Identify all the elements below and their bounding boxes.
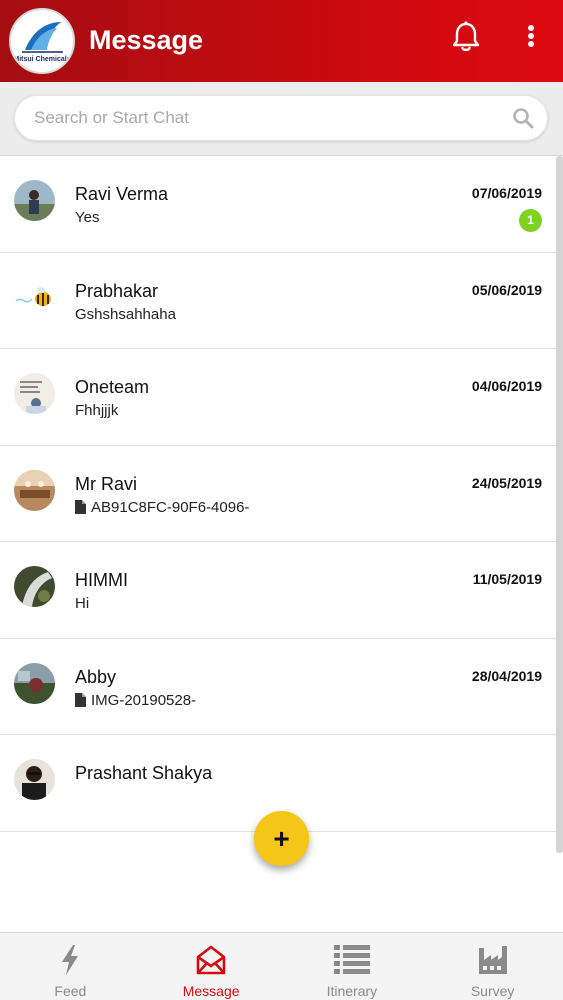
app-header: Mitsui Chemicals Message <box>0 0 563 82</box>
chat-row[interactable]: HIMMI Hi 11/05/2019 <box>0 542 556 639</box>
file-icon <box>75 500 86 514</box>
avatar <box>14 566 55 607</box>
list-icon <box>333 945 370 974</box>
contact-name: Ravi Verma <box>75 184 169 204</box>
notification-bell-icon[interactable] <box>450 20 482 54</box>
avatar <box>14 276 55 318</box>
tab-label: Survey <box>470 983 515 999</box>
more-options-icon[interactable] <box>520 20 542 54</box>
chat-list: Ravi Verma Yes 07/06/2019 1 Prabhakar Gs… <box>0 156 556 832</box>
contact-name: HIMMI <box>75 570 128 590</box>
message-date: 07/06/2019 <box>471 185 542 201</box>
file-icon <box>75 693 86 707</box>
page-title: Message <box>89 25 204 55</box>
chat-row[interactable]: Mr Ravi AB91C8FC-90F6-4096- 24/05/2019 <box>0 445 556 542</box>
bolt-icon <box>62 945 79 975</box>
contact-name: Prabhakar <box>75 280 159 301</box>
message-date: 04/06/2019 <box>471 378 542 394</box>
envelope-icon <box>196 945 226 975</box>
preview-text: Fhhjjjk <box>75 402 119 419</box>
avatar <box>14 759 55 800</box>
message-preview: IMG-20190528- <box>75 692 196 709</box>
tab-itinerary[interactable]: Itinerary <box>282 933 423 1000</box>
preview-text: Hi <box>75 595 90 612</box>
message-date: 11/05/2019 <box>472 571 542 587</box>
preview-text: IMG-20190528- <box>91 691 197 709</box>
chat-row[interactable]: Abby IMG-20190528- 28/04/2019 <box>0 638 556 735</box>
contact-name: Oneteam <box>75 377 150 397</box>
preview-text: Gshshsahhaha <box>75 305 176 323</box>
avatar <box>14 180 55 221</box>
message-date: 05/06/2019 <box>471 281 542 298</box>
contact-name: Abby <box>75 666 117 687</box>
contact-name: Mr Ravi <box>75 473 137 494</box>
search-icon[interactable] <box>512 107 534 129</box>
preview-text: Yes <box>75 209 100 226</box>
new-chat-button[interactable]: + <box>254 811 309 866</box>
message-date: 28/04/2019 <box>471 667 542 684</box>
avatar <box>14 662 55 704</box>
message-preview: Yes <box>75 209 99 226</box>
message-date: 24/05/2019 <box>471 474 542 491</box>
chat-row[interactable]: Oneteam Fhhjjjk 04/06/2019 <box>0 349 556 446</box>
tab-label: Message <box>182 983 240 999</box>
search-bar <box>0 82 563 156</box>
contact-name: Prashant Shakya <box>75 763 213 783</box>
chat-row[interactable]: Ravi Verma Yes 07/06/2019 1 <box>0 156 556 253</box>
factory-icon <box>478 946 507 974</box>
bottom-tab-bar: Feed Message Itinerary Survey <box>0 932 563 1000</box>
tab-feed[interactable]: Feed <box>0 933 141 1000</box>
message-preview: Fhhjjjk <box>75 402 118 419</box>
search-box <box>14 95 548 141</box>
tab-survey[interactable]: Survey <box>422 933 563 1000</box>
message-preview: Hi <box>75 595 89 612</box>
message-preview: AB91C8FC-90F6-4096- <box>75 499 249 516</box>
logo-text: Mitsui Chemicals <box>13 56 71 63</box>
chat-row[interactable]: Prabhakar Gshshsahhaha 05/06/2019 <box>0 252 556 349</box>
avatar <box>14 373 55 414</box>
tab-label: Feed <box>54 983 87 999</box>
tab-message[interactable]: Message <box>141 933 282 1000</box>
tab-label: Itinerary <box>326 983 378 999</box>
avatar <box>14 469 55 511</box>
unread-badge: 1 <box>519 209 542 232</box>
preview-text: AB91C8FC-90F6-4096- <box>91 498 250 516</box>
search-input[interactable] <box>34 96 504 140</box>
company-logo[interactable]: Mitsui Chemicals <box>9 8 75 74</box>
message-preview: Gshshsahhaha <box>75 306 176 323</box>
scrollbar[interactable] <box>556 156 563 853</box>
